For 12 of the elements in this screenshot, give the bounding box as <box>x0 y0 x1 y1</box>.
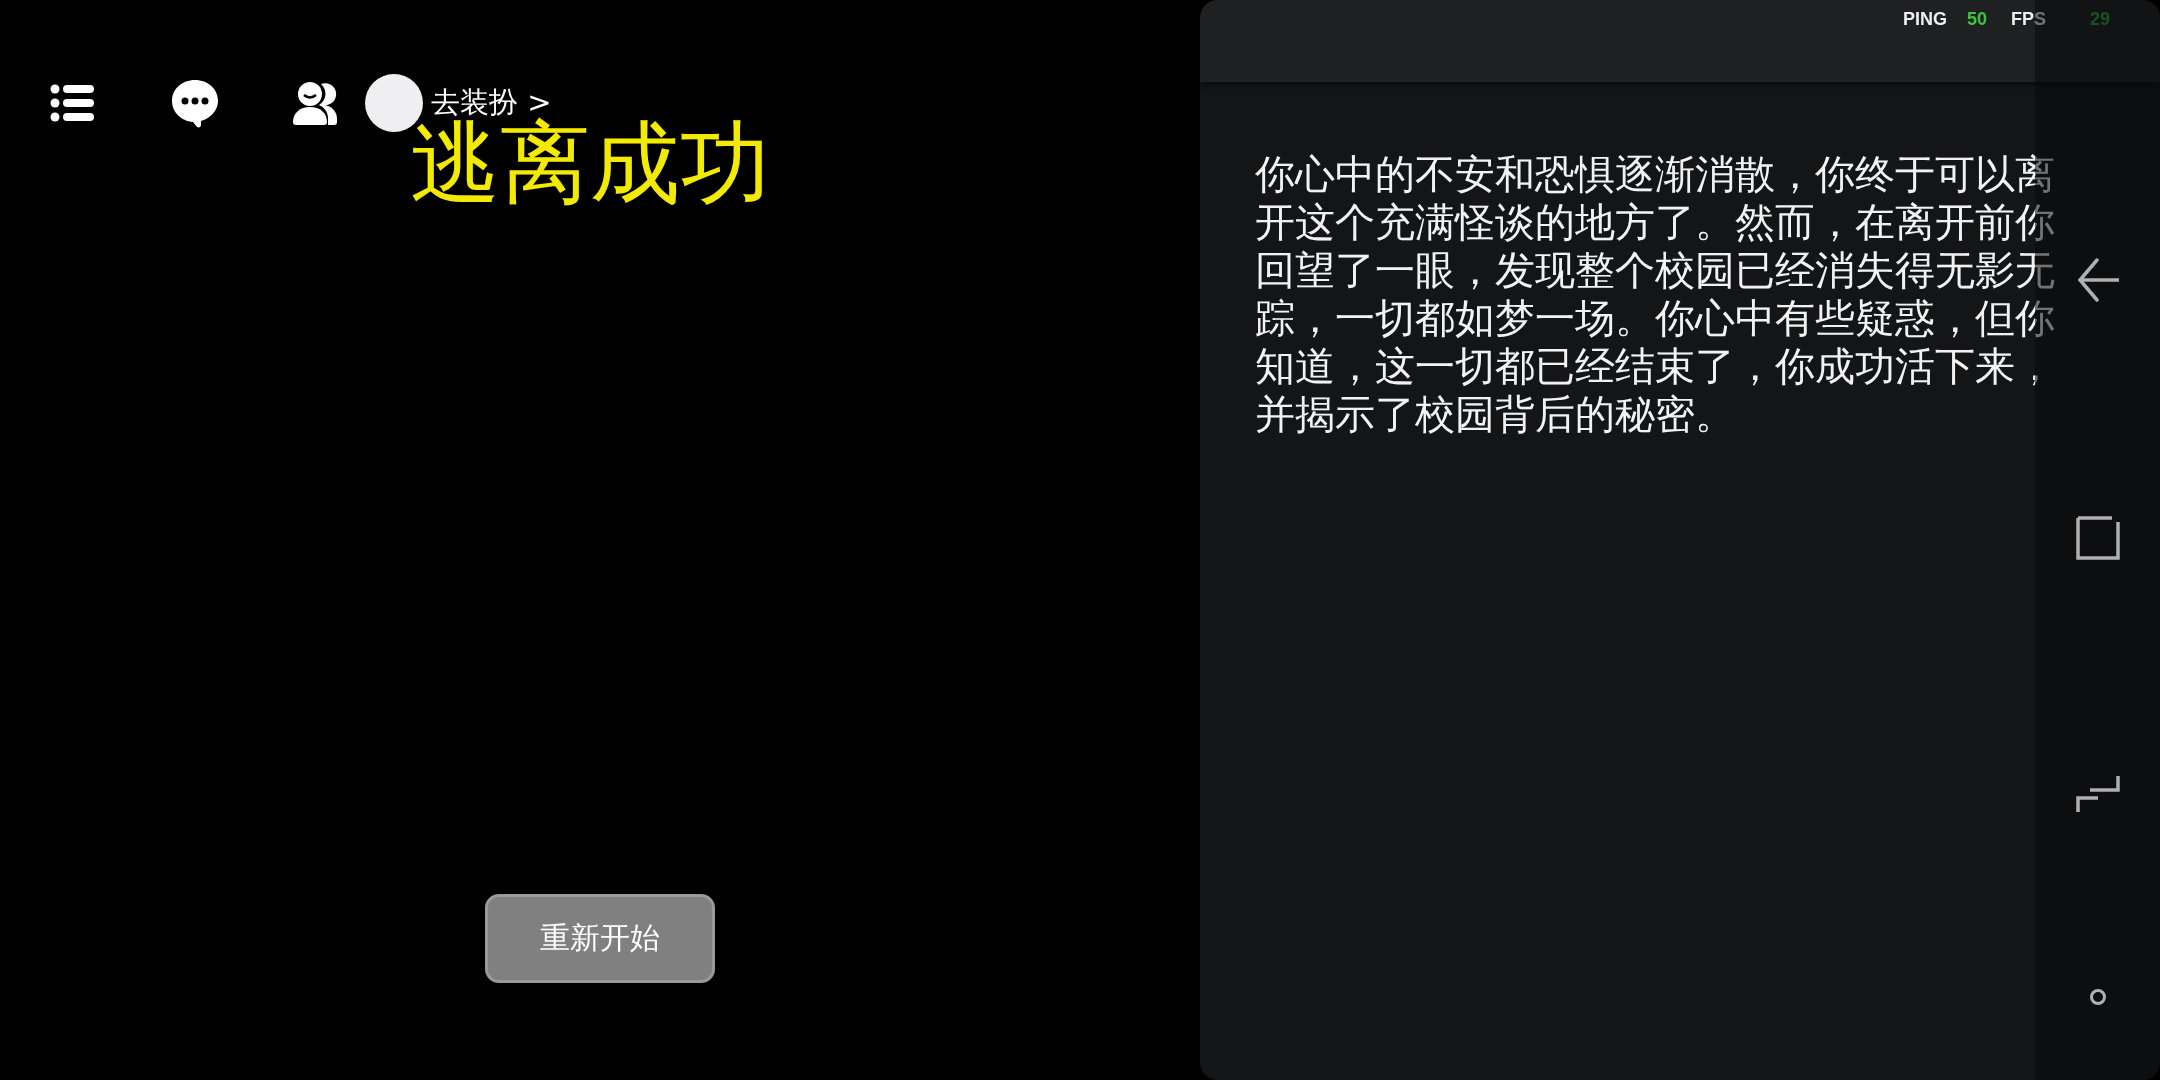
story-text: 你心中的不安和恐惧逐渐消散，你终于可以离开这个充满怪谈的地方了。然而，在离开前你回望了一眼，发现整个校园已经消失得无影无踪，一切都如梦一场。你心中有些疑惑，但你知道，这一切都已经结束了，你成功活下来，并揭示了校园背后的秘密。 <box>1255 150 2056 438</box>
fps-label: FPS <box>2010 9 2046 30</box>
back-icon[interactable] <box>2076 258 2119 302</box>
home-icon[interactable] <box>2088 988 2107 1006</box>
ping-label: PING <box>1902 9 1947 30</box>
restart-button[interactable]: 重新开始 <box>485 894 715 983</box>
list-icon[interactable] <box>50 84 94 122</box>
fps-value: 29 <box>2089 9 2110 30</box>
recents-icon[interactable] <box>2075 774 2120 814</box>
result-title: 逃离成功 <box>410 116 771 211</box>
ping-value: 50 <box>1966 9 1987 30</box>
chat-icon[interactable] <box>170 78 220 128</box>
